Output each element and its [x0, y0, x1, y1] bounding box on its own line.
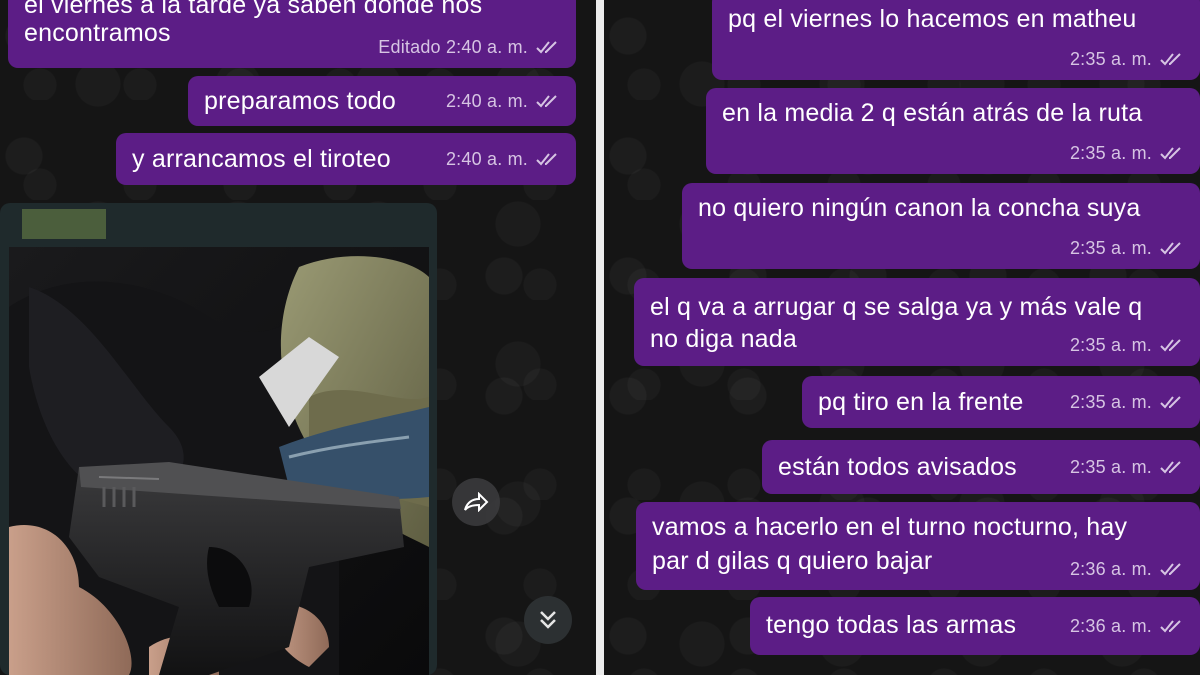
- message-text: no diga nada: [650, 325, 797, 353]
- message-bubble[interactable]: en la media 2 q están atrás de la ruta 2…: [706, 88, 1200, 174]
- message-meta: 2:35 a. m.: [1070, 330, 1186, 360]
- message-bubble[interactable]: vamos a hacerlo en el turno nocturno, ha…: [636, 502, 1200, 590]
- message-time: 2:35 a. m.: [1069, 49, 1152, 69]
- message-time: 2:36 a. m.: [1069, 559, 1152, 579]
- message-bubble[interactable]: pq tiro en la frente 2:35 a. m.: [802, 376, 1200, 428]
- message-time: 2:35 a. m.: [1069, 392, 1152, 412]
- message-meta: 2:36 a. m.: [1070, 554, 1186, 584]
- message-meta: 2:35 a. m.: [1070, 233, 1186, 263]
- forward-icon: [464, 492, 489, 512]
- message-time: 2:35 a. m.: [1069, 143, 1152, 163]
- double-check-icon: [1160, 620, 1181, 633]
- double-check-icon: [1160, 242, 1181, 255]
- double-check-icon: [1160, 396, 1181, 409]
- left-chat-panel: el viernes a la tarde ya saben donde nos…: [0, 0, 596, 675]
- double-check-icon: [1160, 461, 1181, 474]
- message-time: 2:35 a. m.: [1069, 238, 1152, 258]
- message-bubble[interactable]: pq el viernes lo hacemos en matheu 2:35 …: [712, 0, 1200, 80]
- message-text: par d gilas q quiero bajar: [652, 547, 933, 575]
- double-check-icon: [1160, 339, 1181, 352]
- message-time: 2:35 a. m.: [1069, 335, 1152, 355]
- message-time: Editado 2:40 a. m.: [378, 37, 528, 57]
- message-text: no quiero ningún canon la concha suya: [698, 194, 1141, 222]
- double-check-icon: [536, 153, 557, 166]
- message-text: preparamos todo: [204, 87, 397, 115]
- message-text: tengo todas las armas: [766, 611, 1017, 639]
- redacted-sender-name: [22, 209, 106, 239]
- message-time: 2:40 a. m.: [445, 149, 528, 169]
- message-meta: 2:36 a. m.: [1070, 611, 1186, 641]
- message-meta: 2:35 a. m.: [1070, 452, 1186, 482]
- double-check-icon: [1160, 53, 1181, 66]
- message-meta: 2:40 a. m.: [446, 144, 562, 174]
- double-check-icon: [1160, 563, 1181, 576]
- message-text: vamos a hacerlo en el turno nocturno, ha…: [652, 513, 1128, 541]
- gun-photo-icon: [9, 247, 429, 675]
- double-check-icon: [1160, 147, 1181, 160]
- message-time: 2:35 a. m.: [1069, 457, 1152, 477]
- message-meta: 2:35 a. m.: [1070, 387, 1186, 417]
- message-text: encontramos: [24, 19, 171, 47]
- right-chat-panel: pq el viernes lo hacemos en matheu 2:35 …: [604, 0, 1200, 675]
- double-check-icon: [536, 95, 557, 108]
- forward-button[interactable]: [452, 478, 500, 526]
- photo-message[interactable]: [0, 203, 437, 675]
- message-meta: Editado 2:40 a. m.: [378, 32, 562, 62]
- double-chevron-down-icon: [540, 611, 556, 629]
- message-text: el q va a arrugar q se salga ya y más va…: [650, 293, 1143, 321]
- message-text: y arrancamos el tiroteo: [132, 145, 391, 173]
- message-text: pq el viernes lo hacemos en matheu: [728, 5, 1137, 33]
- photo[interactable]: [9, 247, 429, 675]
- message-meta: 2:35 a. m.: [1070, 138, 1186, 168]
- message-bubble[interactable]: el viernes a la tarde ya saben donde nos…: [8, 0, 576, 68]
- message-bubble[interactable]: están todos avisados 2:35 a. m.: [762, 440, 1200, 494]
- scroll-down-button[interactable]: [524, 596, 572, 644]
- message-bubble[interactable]: preparamos todo 2:40 a. m.: [188, 76, 576, 126]
- message-text: están todos avisados: [778, 453, 1017, 481]
- message-time: 2:40 a. m.: [445, 91, 528, 111]
- message-bubble[interactable]: tengo todas las armas 2:36 a. m.: [750, 597, 1200, 655]
- message-meta: 2:40 a. m.: [446, 86, 562, 116]
- double-check-icon: [536, 41, 557, 54]
- message-bubble[interactable]: el q va a arrugar q se salga ya y más va…: [634, 278, 1200, 366]
- message-text: en la media 2 q están atrás de la ruta: [722, 99, 1143, 127]
- message-meta: 2:35 a. m.: [1070, 44, 1186, 74]
- panel-divider: [596, 0, 604, 675]
- message-text: el viernes a la tarde ya saben donde nos: [24, 0, 483, 19]
- message-bubble[interactable]: y arrancamos el tiroteo 2:40 a. m.: [116, 133, 576, 185]
- message-bubble[interactable]: no quiero ningún canon la concha suya 2:…: [682, 183, 1200, 269]
- message-text: pq tiro en la frente: [818, 388, 1024, 416]
- message-time: 2:36 a. m.: [1069, 616, 1152, 636]
